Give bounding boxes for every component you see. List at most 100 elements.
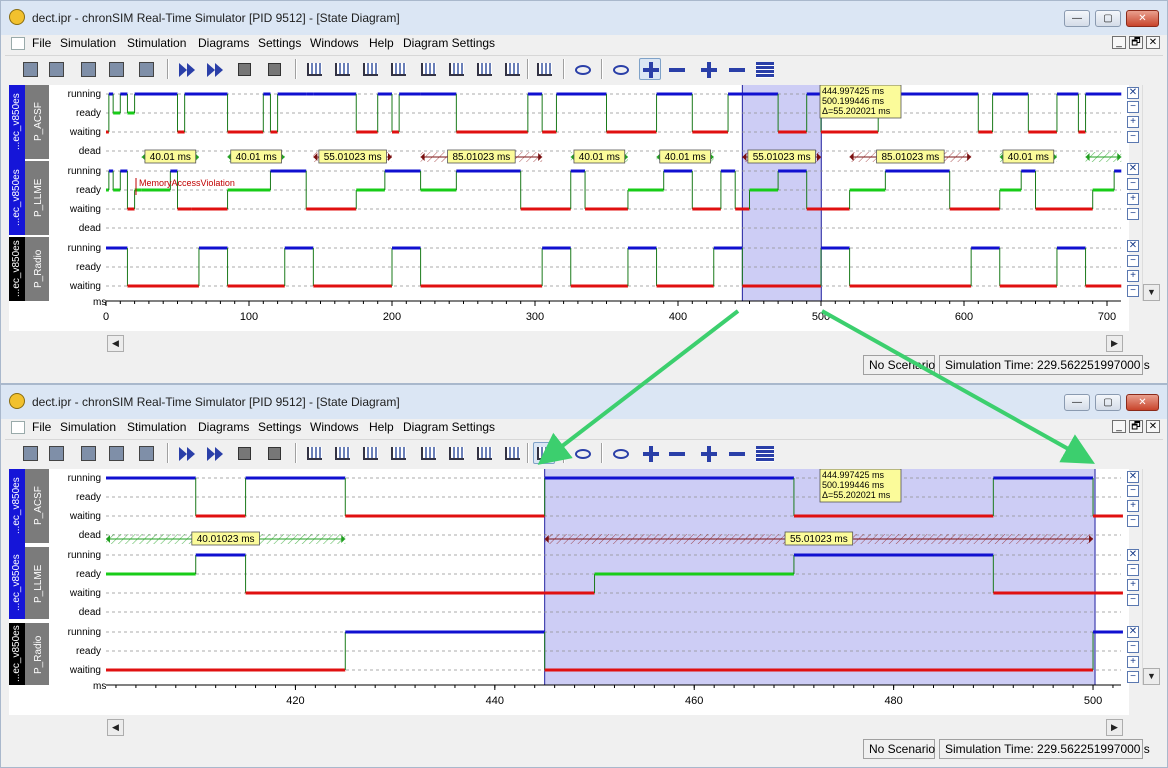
pause-icon[interactable]: [233, 58, 255, 80]
scroll-down-button[interactable]: ▼: [1143, 284, 1160, 301]
wave-diagram-icon[interactable]: [533, 442, 555, 464]
maximize-button[interactable]: ▢: [1095, 10, 1121, 27]
menu-stimulation[interactable]: Stimulation: [127, 35, 186, 51]
vertical-scrollbar[interactable]: ▼: [1142, 469, 1160, 685]
zoom-out-icon[interactable]: [639, 442, 661, 464]
menu-settings[interactable]: Settings: [258, 419, 301, 435]
zoom-fit-icon[interactable]: [665, 58, 687, 80]
shrink-row-button[interactable]: −: [1127, 208, 1139, 220]
plus-icon[interactable]: [697, 442, 719, 464]
menu-file[interactable]: File: [32, 419, 51, 435]
stop-icon[interactable]: [263, 58, 285, 80]
zoom-fit-icon[interactable]: [665, 442, 687, 464]
title-bar[interactable]: dect.ipr - chronSIM Real-Time Simulator …: [1, 1, 1167, 35]
plus-icon[interactable]: [697, 58, 719, 80]
save-project-icon[interactable]: [45, 442, 67, 464]
state-diagram-icon[interactable]: [303, 442, 325, 464]
mdi-restore-button[interactable]: 🗗: [1129, 420, 1143, 433]
task-diagram-icon[interactable]: [331, 58, 353, 80]
run-fast-icon[interactable]: [175, 442, 197, 464]
document-icon[interactable]: [11, 421, 25, 434]
boxplot-icon[interactable]: [417, 442, 439, 464]
close-button[interactable]: ✕: [1126, 394, 1159, 411]
minus-icon[interactable]: [725, 442, 747, 464]
collapse-row-button[interactable]: −: [1127, 255, 1139, 267]
menu-diagrams[interactable]: Diagrams: [198, 419, 249, 435]
save-project-icon[interactable]: [45, 58, 67, 80]
remove-row-button[interactable]: ✕: [1127, 626, 1139, 638]
minimize-button[interactable]: —: [1064, 10, 1090, 27]
remove-row-button[interactable]: ✕: [1127, 240, 1139, 252]
eye-icon[interactable]: [571, 442, 593, 464]
vertical-scrollbar[interactable]: ▼: [1142, 85, 1160, 301]
menu-settings[interactable]: Settings: [258, 35, 301, 51]
remove-row-button[interactable]: ✕: [1127, 163, 1139, 175]
scroll-left-button[interactable]: ◀: [107, 335, 124, 352]
open-project-icon[interactable]: [19, 442, 41, 464]
shrink-row-button[interactable]: −: [1127, 594, 1139, 606]
document-icon[interactable]: [11, 37, 25, 50]
boxplot-icon[interactable]: [417, 58, 439, 80]
mdi-minimize-button[interactable]: _: [1112, 36, 1126, 49]
state-diagram-icon[interactable]: [303, 58, 325, 80]
expand-row-button[interactable]: +: [1127, 116, 1139, 128]
shrink-row-button[interactable]: −: [1127, 515, 1139, 527]
collapse-row-button[interactable]: −: [1127, 641, 1139, 653]
title-bar[interactable]: dect.ipr - chronSIM Real-Time Simulator …: [1, 385, 1167, 419]
run-fast-icon[interactable]: [175, 58, 197, 80]
hatched-diagram-icon[interactable]: [359, 58, 381, 80]
list-icon[interactable]: [753, 442, 775, 464]
remove-row-button[interactable]: ✕: [1127, 471, 1139, 483]
report-icon[interactable]: [105, 442, 127, 464]
step-icon[interactable]: [203, 58, 225, 80]
print-icon[interactable]: [135, 58, 157, 80]
scroll-down-button[interactable]: ▼: [1143, 668, 1160, 685]
curve-icon[interactable]: [445, 442, 467, 464]
cross-icon[interactable]: [501, 442, 523, 464]
histogram-icon[interactable]: [387, 442, 409, 464]
mdi-close-button[interactable]: ✕: [1146, 36, 1160, 49]
step-icon[interactable]: [203, 442, 225, 464]
stop-icon[interactable]: [263, 442, 285, 464]
cross-icon[interactable]: [501, 58, 523, 80]
horizontal-scrollbar[interactable]: ◀ ▶: [107, 335, 1123, 352]
print-icon[interactable]: [135, 442, 157, 464]
menu-simulation[interactable]: Simulation: [60, 419, 116, 435]
expand-row-button[interactable]: +: [1127, 656, 1139, 668]
minus-icon[interactable]: [725, 58, 747, 80]
mdi-minimize-button[interactable]: _: [1112, 420, 1126, 433]
scroll-left-button[interactable]: ◀: [107, 719, 124, 736]
task-diagram-icon[interactable]: [331, 442, 353, 464]
line-icon[interactable]: [473, 442, 495, 464]
mdi-restore-button[interactable]: 🗗: [1129, 36, 1143, 49]
menu-diagram-settings[interactable]: Diagram Settings: [403, 35, 495, 51]
remove-row-button[interactable]: ✕: [1127, 549, 1139, 561]
horizontal-scrollbar[interactable]: ◀ ▶: [107, 719, 1123, 736]
settings-gear-icon[interactable]: [77, 442, 99, 464]
eye-icon[interactable]: [571, 58, 593, 80]
hatched-diagram-icon[interactable]: [359, 442, 381, 464]
curve-icon[interactable]: [445, 58, 467, 80]
expand-row-button[interactable]: +: [1127, 193, 1139, 205]
menu-file[interactable]: File: [32, 35, 51, 51]
zoom-in-icon[interactable]: [609, 58, 631, 80]
expand-row-button[interactable]: +: [1127, 500, 1139, 512]
menu-help[interactable]: Help: [369, 419, 394, 435]
menu-diagrams[interactable]: Diagrams: [198, 35, 249, 51]
collapse-row-button[interactable]: −: [1127, 101, 1139, 113]
menu-stimulation[interactable]: Stimulation: [127, 419, 186, 435]
zoom-in-icon[interactable]: [609, 442, 631, 464]
open-project-icon[interactable]: [19, 58, 41, 80]
menu-simulation[interactable]: Simulation: [60, 35, 116, 51]
line-icon[interactable]: [473, 58, 495, 80]
shrink-row-button[interactable]: −: [1127, 671, 1139, 683]
expand-row-button[interactable]: +: [1127, 579, 1139, 591]
maximize-button[interactable]: ▢: [1095, 394, 1121, 411]
mdi-close-button[interactable]: ✕: [1146, 420, 1160, 433]
collapse-row-button[interactable]: −: [1127, 178, 1139, 190]
wave-diagram-icon[interactable]: [533, 58, 555, 80]
histogram-icon[interactable]: [387, 58, 409, 80]
menu-windows[interactable]: Windows: [310, 419, 359, 435]
scroll-right-button[interactable]: ▶: [1106, 719, 1123, 736]
list-icon[interactable]: [753, 58, 775, 80]
